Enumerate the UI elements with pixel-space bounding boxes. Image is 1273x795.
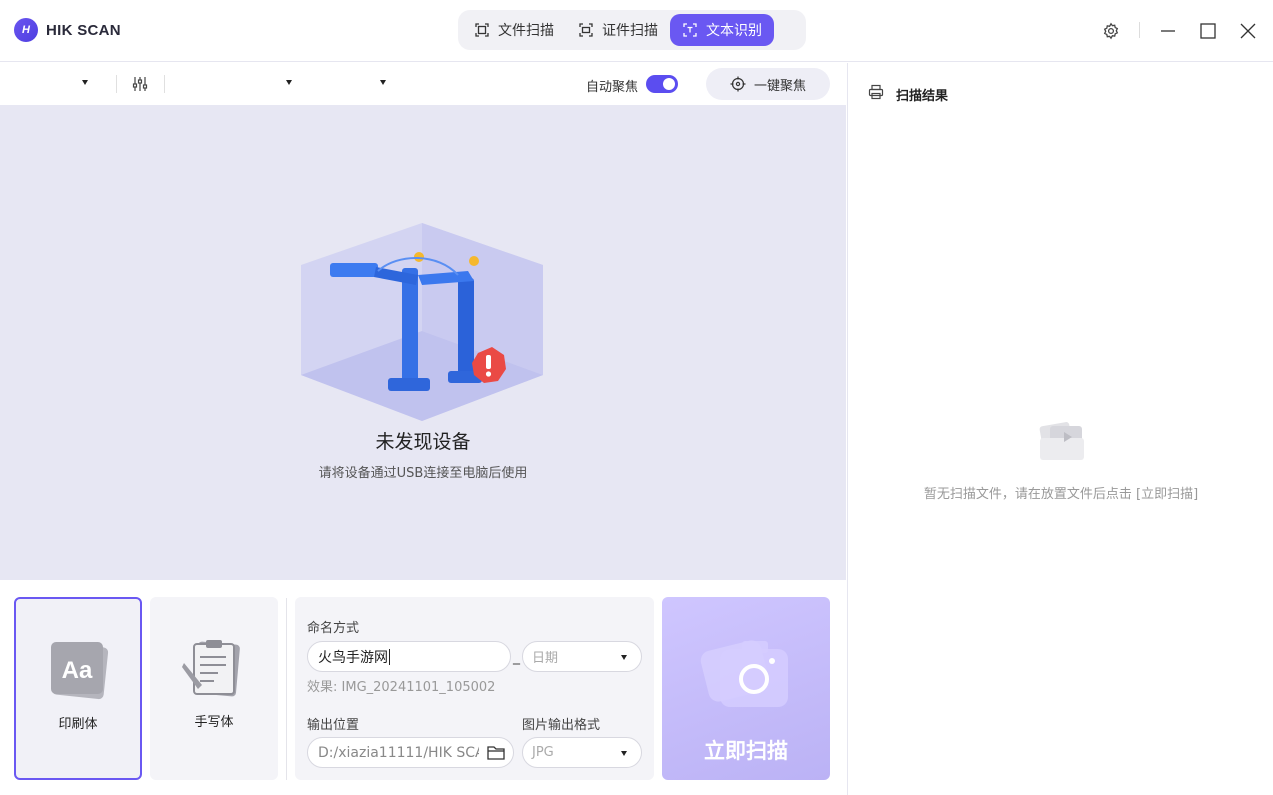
maximize-icon (1200, 23, 1216, 39)
text-cursor (389, 648, 390, 665)
print-font-label: 印刷体 (58, 717, 98, 732)
gear-icon (1103, 22, 1119, 40)
svg-text:Aa: Aa (62, 657, 93, 684)
minimize-button[interactable] (1155, 18, 1181, 44)
crosshair-icon (730, 76, 746, 92)
divider (116, 75, 117, 93)
camera-toolbar: 自动聚焦 一键聚焦 (0, 63, 846, 105)
print-font-option[interactable]: Aa 印刷体 (14, 597, 142, 780)
output-location-input[interactable]: D:/xiazia11111/HIK SCAN (307, 737, 514, 768)
tab-text-recognition[interactable]: 文本识别 (670, 14, 774, 46)
file-prefix-input[interactable]: 火鸟手游网 (307, 641, 511, 672)
scan-results-panel: 扫描结果 暂无扫描文件，请在放置文件后点击 [立即扫描] (847, 63, 1273, 795)
print-font-icon: Aa (51, 642, 109, 700)
tab-label: 文件扫描 (498, 23, 554, 39)
output-location-label: 输出位置 (307, 718, 360, 733)
tab-label: 文本识别 (706, 23, 762, 39)
text-recognition-icon (683, 23, 697, 37)
close-button[interactable] (1235, 18, 1261, 44)
device-dropdown[interactable] (82, 80, 88, 85)
scan-now-label: 立即扫描 (704, 739, 788, 763)
image-format-value: JPG (532, 745, 554, 760)
id-scan-icon (579, 23, 593, 37)
one-key-focus-button[interactable]: 一键聚焦 (706, 68, 830, 100)
browse-folder-button[interactable] (487, 745, 505, 764)
app-logo: H HIK SCAN (14, 18, 121, 42)
handwriting-label: 手写体 (194, 715, 234, 730)
printer-icon (868, 84, 884, 100)
settings-button[interactable] (1098, 18, 1124, 44)
camera-icon (700, 640, 788, 707)
image-format-select[interactable]: JPG (522, 737, 642, 768)
document-scan-icon (475, 23, 489, 37)
logo-mark-icon: H (14, 18, 38, 42)
scan-controls: Aa 印刷体 手写体 命名方式 火鸟手游网 _ 日期 效果: IMG_20241… (0, 580, 846, 795)
handwriting-icon (182, 640, 240, 697)
chevron-down-icon (621, 751, 627, 756)
divider (164, 75, 165, 93)
divider (286, 598, 287, 780)
sliders-icon (132, 77, 148, 91)
title-bar: H HIK SCAN 文件扫描 证件扫描 文本识别 (0, 0, 1273, 62)
minimize-icon (1161, 30, 1175, 32)
handwriting-option[interactable]: 手写体 (150, 597, 278, 780)
auto-focus-toggle[interactable] (646, 75, 678, 93)
color-mode-dropdown[interactable] (380, 80, 386, 85)
name-separator: _ (513, 649, 520, 665)
no-device-illustration (301, 223, 543, 421)
image-format-label: 图片输出格式 (522, 718, 601, 733)
no-device-title: 未发现设备 (375, 431, 471, 453)
app-name: HIK SCAN (46, 21, 121, 39)
tab-document-scan[interactable]: 文件扫描 (462, 14, 566, 46)
resolution-dropdown[interactable] (286, 80, 292, 85)
name-suffix-placeholder: 日期 (532, 651, 559, 666)
empty-files-icon (1039, 422, 1084, 460)
no-device-hint: 请将设备通过USB连接至电脑后使用 (318, 466, 528, 481)
one-key-focus-label: 一键聚焦 (753, 78, 806, 94)
output-location-value: D:/xiazia11111/HIK SCAN (318, 744, 479, 761)
naming-preview: 效果: IMG_20241101_105002 (307, 680, 496, 695)
file-prefix-value: 火鸟手游网 (318, 649, 388, 666)
folder-icon (487, 746, 505, 760)
scan-now-button[interactable]: 立即扫描 (662, 597, 830, 780)
results-empty-text: 暂无扫描文件，请在放置文件后点击 [立即扫描] (923, 487, 1199, 502)
divider (1139, 22, 1140, 38)
tab-label: 证件扫描 (602, 23, 658, 39)
chevron-down-icon (621, 655, 627, 660)
results-title: 扫描结果 (896, 89, 949, 104)
output-settings-form: 命名方式 火鸟手游网 _ 日期 效果: IMG_20241101_105002 … (295, 597, 654, 780)
camera-preview: 未发现设备 请将设备通过USB连接至电脑后使用 (0, 105, 846, 580)
name-suffix-select[interactable]: 日期 (522, 641, 642, 672)
scan-mode-switcher: 文件扫描 证件扫描 文本识别 (458, 10, 806, 50)
toggle-knob (663, 78, 675, 90)
maximize-button[interactable] (1195, 18, 1221, 44)
close-icon (1240, 23, 1256, 39)
adjust-button[interactable] (131, 75, 149, 97)
auto-focus-label: 自动聚焦 (586, 80, 639, 95)
naming-label: 命名方式 (307, 621, 360, 636)
tab-id-scan[interactable]: 证件扫描 (566, 14, 670, 46)
